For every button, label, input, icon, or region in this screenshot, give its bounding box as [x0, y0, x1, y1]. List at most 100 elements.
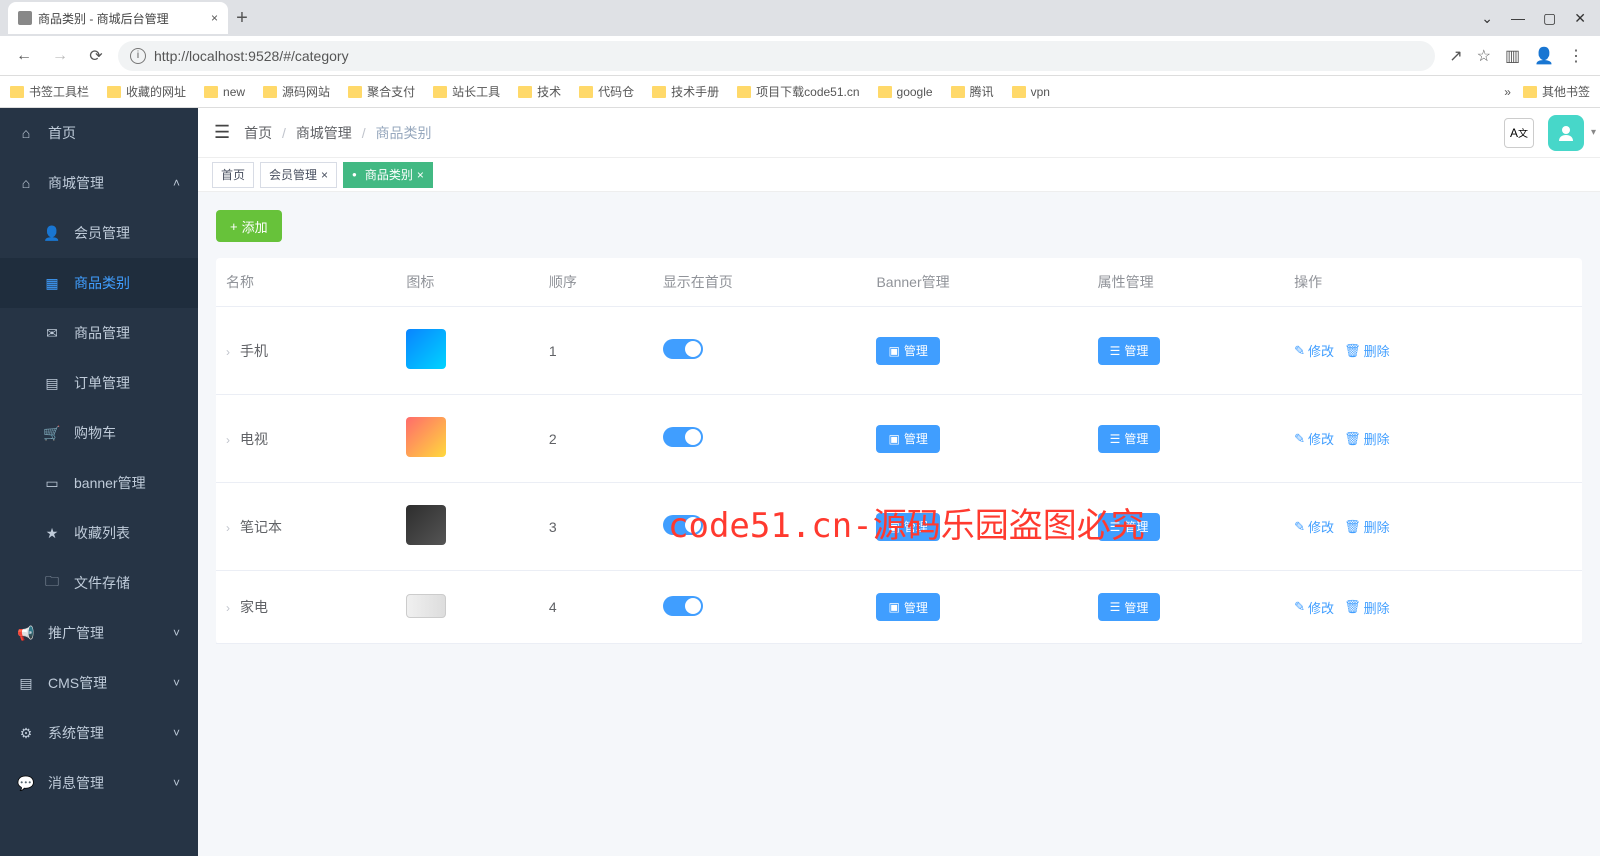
sidebar-item[interactable]: 📢推广管理˅ [0, 608, 198, 658]
menu-icon: ⌂ [18, 125, 34, 141]
forward-button[interactable]: → [46, 42, 74, 70]
show-home-switch[interactable] [663, 515, 703, 535]
sidebar-subitem[interactable]: ★收藏列表 [0, 508, 198, 558]
sidebar-subitem[interactable]: ▤订单管理 [0, 358, 198, 408]
folder-icon [951, 86, 965, 98]
expand-row-icon[interactable]: › [226, 345, 230, 359]
maximize-icon[interactable]: ▢ [1543, 10, 1556, 27]
show-home-switch[interactable] [663, 427, 703, 447]
table-row: ›笔记本3▣管理☰管理✎修改🗑删除 [216, 483, 1582, 571]
user-avatar[interactable] [1548, 115, 1584, 151]
other-bookmarks[interactable]: 其他书签 [1523, 83, 1590, 100]
sidebar-subitem[interactable]: 🛒购物车 [0, 408, 198, 458]
folder-icon [107, 86, 121, 98]
close-tag-icon[interactable]: × [321, 168, 328, 182]
bookmark-item[interactable]: 源码网站 [263, 83, 330, 100]
menu-icon: 👤 [44, 225, 60, 242]
menu-icon: 💬 [18, 775, 34, 792]
banner-manage-button[interactable]: ▣管理 [876, 425, 939, 453]
delete-link[interactable]: 🗑删除 [1344, 429, 1390, 448]
folder-icon [433, 86, 447, 98]
back-button[interactable]: ← [10, 42, 38, 70]
image-icon: ▣ [888, 600, 899, 614]
bookmark-item[interactable]: 站长工具 [433, 83, 500, 100]
tab-close-icon[interactable]: × [211, 11, 218, 25]
sidebar-item[interactable]: ⌂首页 [0, 108, 198, 158]
bookmarks-overflow[interactable]: » [1504, 85, 1511, 99]
bookmark-item[interactable]: google [878, 85, 933, 99]
share-icon[interactable]: ↗ [1449, 46, 1462, 66]
sidebar-subitem[interactable]: 👤会员管理 [0, 208, 198, 258]
expand-row-icon[interactable]: › [226, 433, 230, 447]
breadcrumb-level1[interactable]: 商城管理 [296, 125, 352, 141]
reload-button[interactable]: ⟳ [82, 42, 110, 70]
list-icon: ☰ [1110, 344, 1121, 358]
profile-icon[interactable]: 👤 [1534, 46, 1554, 66]
sidebar-item[interactable]: ⌂商城管理˄ [0, 158, 198, 208]
delete-link[interactable]: 🗑删除 [1344, 598, 1390, 617]
sidebar-subitem[interactable]: ▦商品类别 [0, 258, 198, 308]
edit-link[interactable]: ✎修改 [1294, 517, 1334, 536]
bookmark-item[interactable]: 技术 [518, 83, 561, 100]
view-tag[interactable]: 商品类别× [343, 162, 433, 188]
view-tag[interactable]: 会员管理× [260, 162, 337, 188]
hamburger-icon[interactable]: ☰ [214, 122, 230, 143]
bookmark-item[interactable]: 聚合支付 [348, 83, 415, 100]
expand-row-icon[interactable]: › [226, 601, 230, 615]
image-icon: ▣ [888, 520, 899, 534]
row-order: 4 [539, 571, 653, 644]
breadcrumb-home[interactable]: 首页 [244, 125, 272, 141]
bookmark-item[interactable]: 腾讯 [951, 83, 994, 100]
bookmark-item[interactable]: 技术手册 [652, 83, 719, 100]
browser-tab[interactable]: 商品类别 - 商城后台管理 × [8, 2, 228, 34]
attr-manage-button[interactable]: ☰管理 [1098, 593, 1161, 621]
chevron-down-icon[interactable]: ⌄ [1481, 10, 1493, 27]
edit-link[interactable]: ✎修改 [1294, 341, 1334, 360]
banner-manage-button[interactable]: ▣管理 [876, 593, 939, 621]
bookmark-item[interactable]: 书签工具栏 [10, 83, 89, 100]
bookmark-item[interactable]: vpn [1012, 85, 1050, 99]
attr-manage-button[interactable]: ☰管理 [1098, 425, 1161, 453]
sidebar-item[interactable]: 💬消息管理˅ [0, 758, 198, 808]
sidebar-subitem[interactable]: ✉商品管理 [0, 308, 198, 358]
table-row: ›家电4▣管理☰管理✎修改🗑删除 [216, 571, 1582, 644]
language-button[interactable]: A文 [1504, 118, 1534, 148]
view-tag[interactable]: 首页 [212, 162, 254, 188]
show-home-switch[interactable] [663, 596, 703, 616]
close-window-icon[interactable]: ✕ [1574, 10, 1586, 27]
edit-link[interactable]: ✎修改 [1294, 429, 1334, 448]
row-name: 电视 [240, 431, 268, 447]
th-banner: Banner管理 [866, 258, 1087, 307]
sidebar-item[interactable]: ⚙系统管理˅ [0, 708, 198, 758]
close-tag-icon[interactable]: × [417, 168, 424, 182]
delete-link[interactable]: 🗑删除 [1344, 341, 1390, 360]
bookmark-item[interactable]: 收藏的网址 [107, 83, 186, 100]
attr-manage-button[interactable]: ☰管理 [1098, 337, 1161, 365]
sidebar: ⌂首页⌂商城管理˄👤会员管理▦商品类别✉商品管理▤订单管理🛒购物车▭banner… [0, 108, 198, 856]
menu-icon[interactable]: ⋮ [1568, 46, 1584, 66]
edit-link[interactable]: ✎修改 [1294, 598, 1334, 617]
bookmark-item[interactable]: new [204, 85, 245, 99]
bookmark-item[interactable]: 代码仓 [579, 83, 634, 100]
expand-row-icon[interactable]: › [226, 521, 230, 535]
sidebar-subitem[interactable]: ▭banner管理 [0, 458, 198, 508]
address-bar[interactable]: i http://localhost:9528/#/category [118, 41, 1435, 71]
minimize-icon[interactable]: — [1511, 10, 1525, 27]
sidebar-subitem[interactable]: 🗀文件存储 [0, 558, 198, 608]
extensions-icon[interactable]: ▥ [1505, 46, 1520, 66]
banner-manage-button[interactable]: ▣管理 [876, 513, 939, 541]
site-info-icon[interactable]: i [130, 48, 146, 64]
menu-icon: ▦ [44, 275, 60, 292]
add-button[interactable]: + 添加 [216, 210, 282, 242]
image-icon: ▣ [888, 344, 899, 358]
star-icon[interactable]: ☆ [1477, 46, 1491, 66]
bookmark-item[interactable]: 项目下载code51.cn [737, 83, 859, 100]
row-name: 手机 [240, 343, 268, 359]
sidebar-item[interactable]: ▤CMS管理˅ [0, 658, 198, 708]
banner-manage-button[interactable]: ▣管理 [876, 337, 939, 365]
attr-manage-button[interactable]: ☰管理 [1098, 513, 1161, 541]
delete-link[interactable]: 🗑删除 [1344, 517, 1390, 536]
edit-icon: ✎ [1294, 519, 1305, 535]
new-tab-button[interactable]: + [228, 4, 256, 32]
show-home-switch[interactable] [663, 339, 703, 359]
